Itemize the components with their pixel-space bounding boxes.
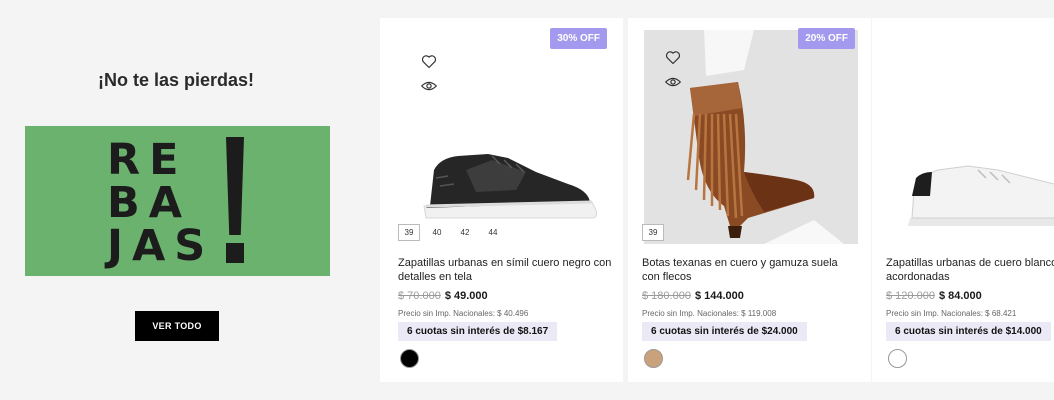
white-sneaker-image	[888, 30, 1054, 244]
installments-badge: 6 cuotas sin interés de $14.000	[886, 322, 1051, 341]
color-swatch[interactable]	[400, 349, 419, 368]
product-name[interactable]: Zapatillas urbanas de cuero blanco acord…	[886, 256, 1054, 284]
size-option[interactable]: 39	[398, 224, 420, 241]
size-option[interactable]: 44	[482, 224, 504, 241]
heart-icon[interactable]	[664, 48, 682, 66]
price-row: $ 70.000 $ 49.000	[398, 290, 488, 302]
banner-line-3: JAS	[107, 221, 215, 271]
product-card[interactable]: 20% OFF 39 Botas texanas en cuero y gamu…	[628, 18, 871, 382]
product-card[interactable]: Zapatillas urbanas de cuero blanco acord…	[872, 18, 1054, 382]
size-option[interactable]: 39	[642, 224, 664, 241]
color-swatch[interactable]	[888, 349, 907, 368]
product-name[interactable]: Botas texanas en cuero y gamuza suela co…	[642, 256, 857, 284]
installments-badge: 6 cuotas sin interés de $8.167	[398, 322, 558, 341]
original-price: $ 120.000	[886, 290, 935, 302]
discount-badge: 30% OFF	[550, 28, 607, 49]
discount-badge: 20% OFF	[798, 28, 855, 49]
exclamation-dot	[226, 243, 244, 263]
eye-icon[interactable]	[420, 77, 438, 95]
promo-section: ¡No te las pierdas! RE BA JAS VER TODO	[0, 0, 352, 400]
product-image[interactable]	[888, 30, 1054, 244]
product-carousel: 30% OFF 39 40 42 44 Zapatillas urbanas e…	[380, 18, 1054, 382]
promo-title: ¡No te las pierdas!	[97, 70, 255, 90]
sale-price: $ 144.000	[694, 290, 744, 302]
original-price: $ 70.000	[398, 290, 441, 302]
product-name[interactable]: Zapatillas urbanas en símil cuero negro …	[398, 256, 613, 284]
color-swatch[interactable]	[644, 349, 663, 368]
product-card[interactable]: 30% OFF 39 40 42 44 Zapatillas urbanas e…	[380, 18, 623, 382]
tax-note: Precio sin Imp. Nacionales: $ 68.421	[886, 309, 1017, 318]
size-option[interactable]: 40	[426, 224, 448, 241]
tax-note: Precio sin Imp. Nacionales: $ 119.008	[642, 309, 777, 318]
original-price: $ 180.000	[642, 290, 691, 302]
ver-todo-button[interactable]: VER TODO	[135, 311, 219, 341]
price-row: $ 120.000 $ 84.000	[886, 290, 982, 302]
banner-line-2: BA	[107, 178, 192, 228]
heart-icon[interactable]	[420, 52, 438, 70]
banner-line-1: RE	[107, 135, 188, 185]
product-image[interactable]	[644, 30, 858, 244]
exclamation-bar	[226, 137, 244, 235]
rebajas-banner: RE BA JAS	[25, 126, 330, 276]
installments-badge: 6 cuotas sin interés de $24.000	[642, 322, 807, 341]
size-options: 39 40 42 44	[398, 224, 504, 241]
tax-note: Precio sin Imp. Nacionales: $ 40.496	[398, 309, 529, 318]
product-image[interactable]	[396, 30, 610, 244]
sale-price: $ 49.000	[444, 290, 488, 302]
size-option[interactable]: 42	[454, 224, 476, 241]
eye-icon[interactable]	[664, 73, 682, 91]
price-row: $ 180.000 $ 144.000	[642, 290, 744, 302]
sale-price: $ 84.000	[938, 290, 982, 302]
size-options: 39	[642, 224, 664, 241]
